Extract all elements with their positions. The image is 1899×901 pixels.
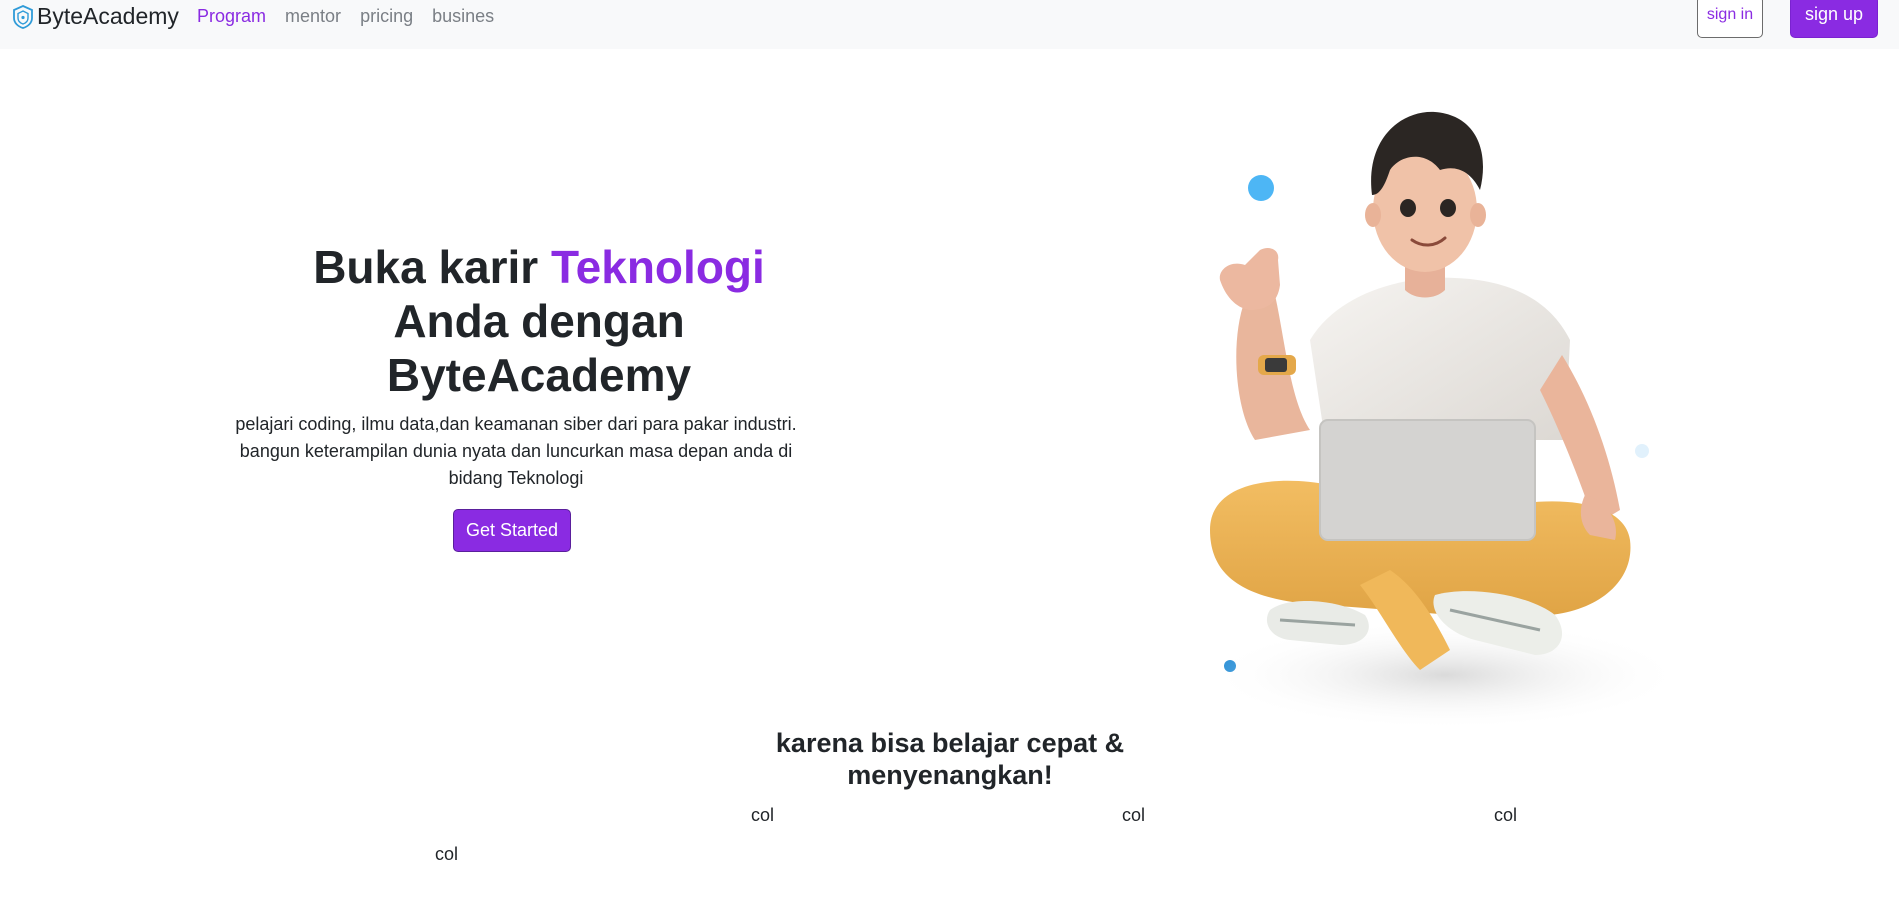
feature-col: col — [1494, 805, 1518, 825]
brand-link[interactable]: ByteAcademy — [12, 3, 179, 30]
nav-link-busines[interactable]: busines — [432, 6, 494, 27]
student-laptop-illustration — [1205, 111, 1685, 730]
brand-name: ByteAcademy — [37, 3, 179, 29]
hero-title: Buka karir Teknologi Anda dengan ByteAca… — [290, 240, 788, 402]
nav-links: Program mentor pricing busines — [197, 6, 494, 27]
hero-title-part1: Buka karir — [313, 241, 551, 293]
feature-col: col — [751, 805, 775, 825]
nav-link-mentor[interactable]: mentor — [285, 6, 341, 27]
features-title: karena bisa belajar cepat & menyenangkan… — [775, 728, 1125, 790]
feature-col: col — [1122, 805, 1146, 825]
feature-col: col — [435, 844, 459, 864]
nav-link-program[interactable]: Program — [197, 6, 266, 27]
nav-link-pricing[interactable]: pricing — [360, 6, 413, 27]
sign-in-button[interactable]: sign in — [1697, 0, 1763, 38]
hero-title-accent: Teknologi — [550, 241, 765, 293]
sign-up-button[interactable]: sign up — [1790, 0, 1878, 38]
hero-title-part2: Anda dengan ByteAcademy — [386, 295, 692, 401]
navbar: ByteAcademy Program mentor pricing busin… — [0, 0, 1899, 49]
hero-description: pelajari coding, ilmu data,dan keamanan … — [235, 414, 797, 488]
get-started-button[interactable]: Get Started — [453, 509, 571, 552]
decor-dot — [1248, 175, 1274, 201]
shield-logo-icon — [13, 4, 33, 29]
decor-dot — [1635, 444, 1649, 458]
